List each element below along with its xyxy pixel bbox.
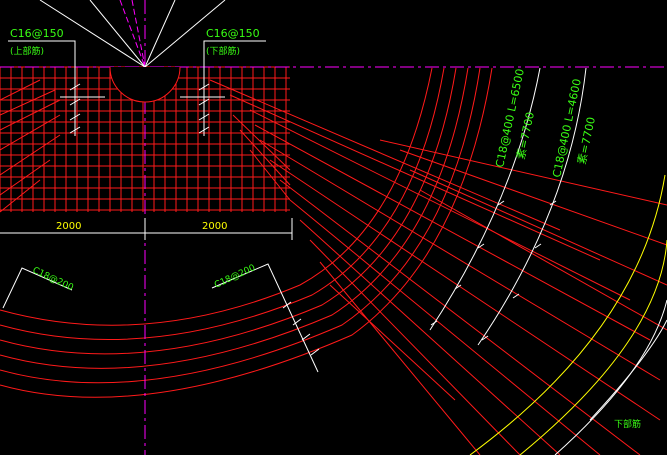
radial-rebar (0, 179, 41, 213)
apex-fan-lines (39, 0, 226, 68)
radial-leader-ticks (430, 200, 557, 341)
cad-drawing-canvas[interactable]: C16@150 (上部筋) C16@150 (下部筋) 2000 2000 C1… (0, 0, 667, 455)
arc-mid-ticks (282, 301, 320, 356)
radial-rebar (269, 159, 661, 421)
label-corner-note: 下部筋 (614, 418, 641, 430)
label-right-top-spec: C16@150 (206, 27, 260, 40)
axis-lines (0, 0, 667, 455)
label-radial-1-note: 素=7700 (514, 111, 537, 161)
arc-rebar (0, 67, 445, 341)
dimension-line (0, 218, 293, 240)
radial-rebar (279, 179, 641, 455)
radial-rebar (0, 99, 61, 131)
dim-left-value: 2000 (56, 221, 81, 232)
label-left-top-note: (上部筋) (10, 45, 44, 57)
radial-rebar (419, 189, 667, 331)
boundary-arcs (469, 174, 667, 455)
label-left-top-spec: C16@150 (10, 27, 64, 40)
label-arc-left-spec: C18@200 (31, 266, 75, 294)
radial-rebar (299, 219, 561, 455)
dim-right-value: 2000 (202, 221, 227, 232)
radial-rebar (0, 79, 41, 101)
radial-rebar (249, 149, 291, 201)
label-right-top-note: (下部筋) (206, 45, 240, 57)
label-radial-2-note: 素=7700 (575, 116, 598, 166)
label-arc-mid-spec: C18@200 (213, 263, 257, 291)
